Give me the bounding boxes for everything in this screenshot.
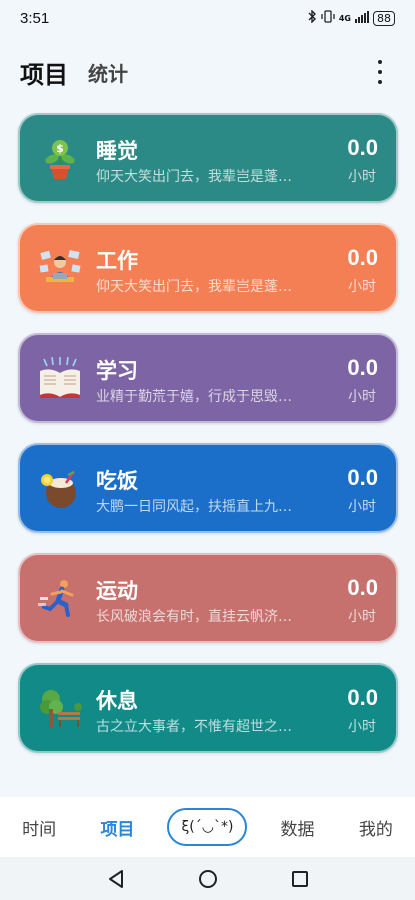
svg-text:$: $ [56,142,64,155]
card-hours-unit: 小时 [348,609,376,625]
status-bar: 3:51 4G 88 [0,0,415,36]
card-description: 仰天大笑出门去，我辈岂是蓬… [96,169,292,185]
open-book-icon [38,356,82,401]
more-options-icon[interactable] [375,58,385,86]
card-title: 睡觉 [96,139,138,163]
battery-indicator: 88 [373,10,395,26]
card-hours-value: 0.0 [347,465,378,490]
tab-project[interactable]: 项目 [20,55,68,90]
home-icon[interactable] [197,868,219,890]
tab-statistics[interactable]: 统计 [88,58,128,87]
card-hours-unit: 小时 [348,169,376,185]
card-hours-value: 0.0 [347,135,378,160]
nav-time[interactable]: 时间 [0,815,78,840]
card-title: 吃饭 [96,469,138,493]
nav-mine[interactable]: 我的 [337,815,415,840]
card-description: 长风破浪会有时，直挂云帆济… [96,609,292,625]
card-title: 学习 [96,359,138,383]
nav-center-button[interactable]: ξ(´◡`*) [167,808,248,846]
coconut-drink-icon [38,467,82,511]
card-description: 大鹏一日同风起，扶摇直上九… [96,499,292,515]
card-hours-unit: 小时 [348,389,376,405]
card-title: 休息 [96,689,138,713]
card-hours-value: 0.0 [347,685,378,710]
bottom-navigation: 时间 项目 ξ(´◡`*) 数据 我的 [0,797,415,857]
project-card-meal[interactable]: 吃饭 大鹏一日同风起，扶摇直上九… 0.0 小时 [18,443,398,533]
signal-icon [355,10,369,26]
system-navigation-bar [0,857,415,900]
card-hours-unit: 小时 [348,719,376,735]
project-card-study[interactable]: 学习 业精于勤荒于嬉，行成于思毁… 0.0 小时 [18,333,398,423]
bluetooth-icon [307,9,317,26]
project-card-list: $ 睡觉 仰天大笑出门去，我辈岂是蓬… 0.0 小时 工作 仰天大笑出门去，我辈… [18,113,398,773]
card-description: 古之立大事者，不惟有超世之… [96,719,292,735]
card-hours-value: 0.0 [347,355,378,380]
office-worker-icon [38,247,82,291]
card-description: 业精于勤荒于嬉，行成于思毁… [96,389,292,405]
project-card-rest[interactable]: 休息 古之立大事者，不惟有超世之… 0.0 小时 [18,663,398,753]
nav-center-wrapper: ξ(´◡`*) [157,808,259,846]
money-plant-icon: $ [38,137,82,181]
status-time: 3:51 [20,9,50,27]
vibrate-icon [321,10,335,26]
recent-apps-icon[interactable] [289,868,311,890]
tree-bench-icon [38,687,82,731]
network-type: 4G [338,13,351,23]
card-title: 工作 [96,249,138,273]
status-icons: 4G 88 [307,9,395,26]
card-hours-value: 0.0 [347,575,378,600]
card-title: 运动 [96,579,138,603]
runner-icon [38,577,82,621]
app-header: 项目 统计 [0,52,415,92]
back-icon[interactable] [105,868,127,890]
project-card-exercise[interactable]: 运动 长风破浪会有时，直挂云帆济… 0.0 小时 [18,553,398,643]
project-card-work[interactable]: 工作 仰天大笑出门去，我辈岂是蓬… 0.0 小时 [18,223,398,313]
project-card-sleep[interactable]: $ 睡觉 仰天大笑出门去，我辈岂是蓬… 0.0 小时 [18,113,398,203]
card-hours-value: 0.0 [347,245,378,270]
nav-data[interactable]: 数据 [258,815,336,840]
card-description: 仰天大笑出门去，我辈岂是蓬… [96,279,292,295]
card-hours-unit: 小时 [348,499,376,515]
card-hours-unit: 小时 [348,279,376,295]
nav-project[interactable]: 项目 [78,815,156,840]
